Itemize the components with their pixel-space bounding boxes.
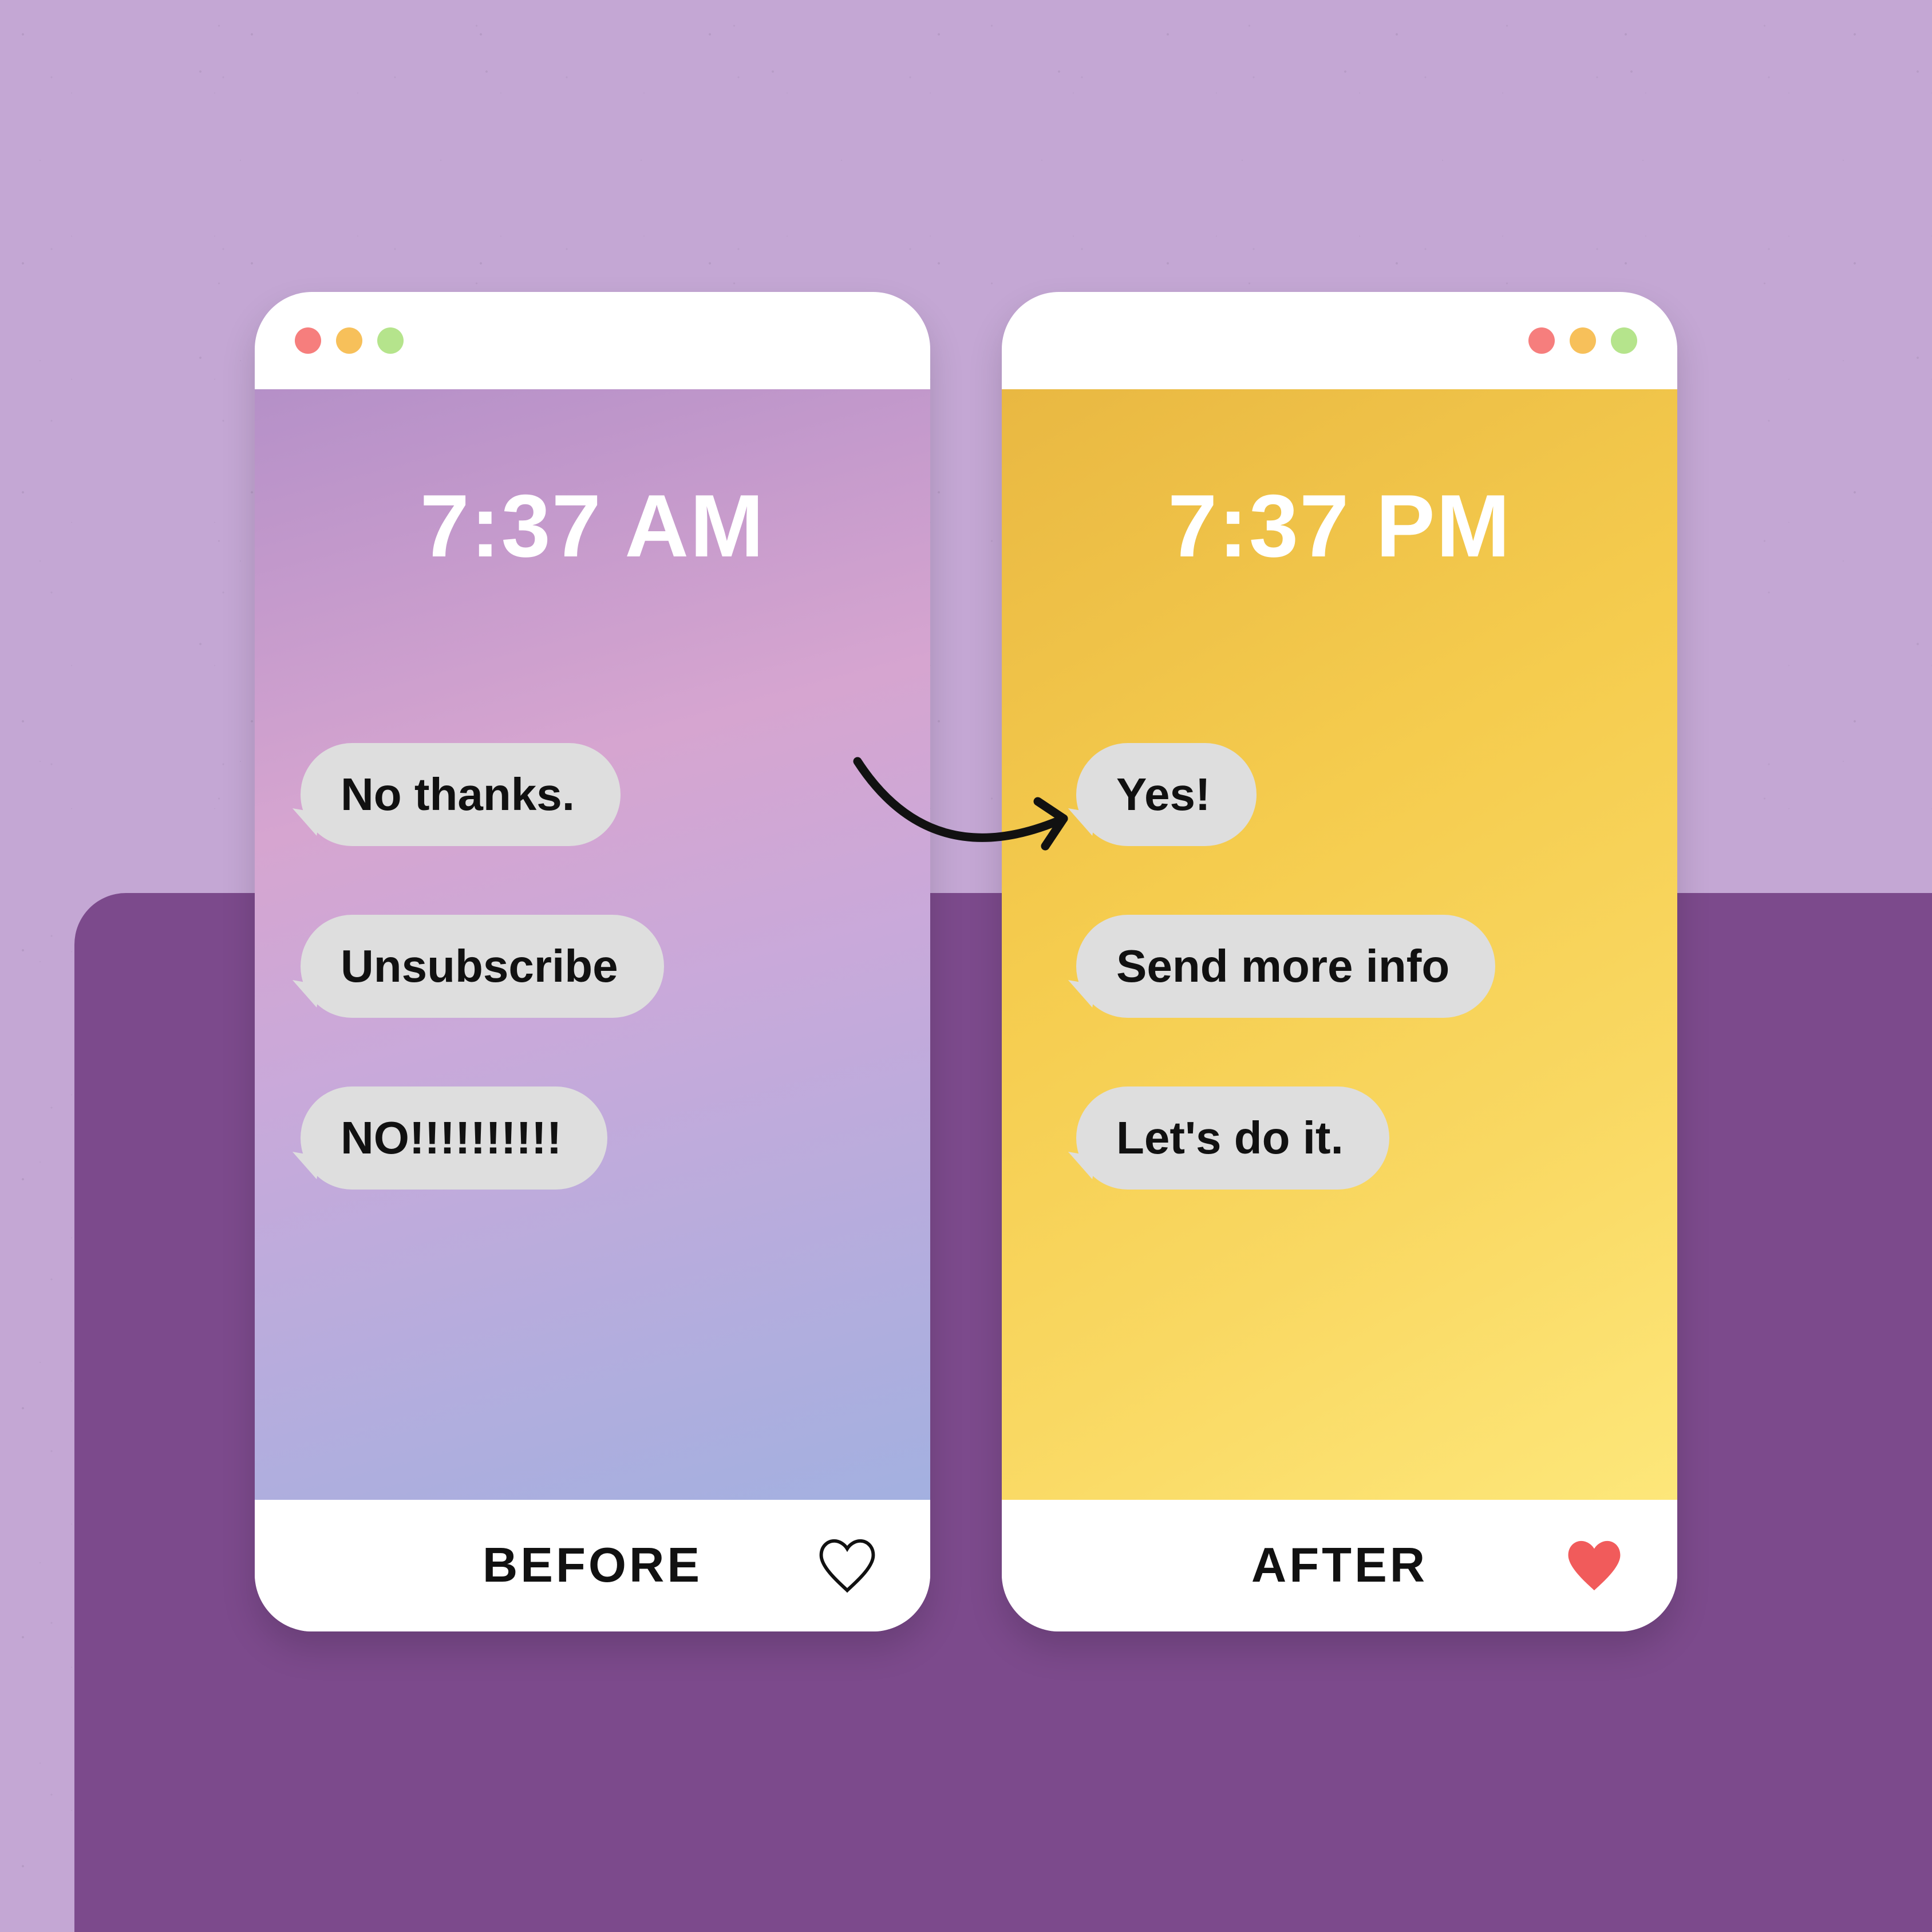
arrow-icon — [846, 727, 1086, 887]
window-dots-before — [255, 292, 930, 389]
phone-body-after: 7:37 PM Yes! Send more info Let's do it. — [1002, 389, 1677, 1500]
messages-after: Yes! Send more info Let's do it. — [1002, 743, 1677, 1190]
phone-after: 7:37 PM Yes! Send more info Let's do it.… — [1002, 292, 1677, 1631]
window-dot-yellow-icon — [336, 327, 362, 354]
phone-body-before: 7:37 AM No thanks. Unsubscribe NO!!!!!!!… — [255, 389, 930, 1500]
phone-footer-after: AFTER — [1002, 1500, 1677, 1631]
messages-before: No thanks. Unsubscribe NO!!!!!!!!!! — [255, 743, 930, 1190]
footer-label-after: AFTER — [1251, 1538, 1428, 1594]
window-dot-yellow-icon — [1570, 327, 1596, 354]
window-dot-green-icon — [377, 327, 404, 354]
footer-label-before: BEFORE — [483, 1538, 702, 1594]
heart-outline-icon — [816, 1537, 879, 1594]
message-bubble: Unsubscribe — [301, 915, 664, 1018]
window-dot-red-icon — [1528, 327, 1555, 354]
time-after: 7:37 PM — [1002, 475, 1677, 577]
message-bubble: No thanks. — [301, 743, 621, 846]
message-bubble: Yes! — [1076, 743, 1257, 846]
heart-filled-icon — [1563, 1537, 1626, 1594]
message-bubble: Send more info — [1076, 915, 1495, 1018]
phone-footer-before: BEFORE — [255, 1500, 930, 1631]
phones-row: 7:37 AM No thanks. Unsubscribe NO!!!!!!!… — [0, 292, 1932, 1631]
phone-before: 7:37 AM No thanks. Unsubscribe NO!!!!!!!… — [255, 292, 930, 1631]
window-dot-green-icon — [1611, 327, 1637, 354]
time-before: 7:37 AM — [255, 475, 930, 577]
message-bubble: Let's do it. — [1076, 1086, 1389, 1190]
message-bubble: NO!!!!!!!!!! — [301, 1086, 607, 1190]
window-dot-red-icon — [295, 327, 321, 354]
window-dots-after — [1002, 292, 1677, 389]
